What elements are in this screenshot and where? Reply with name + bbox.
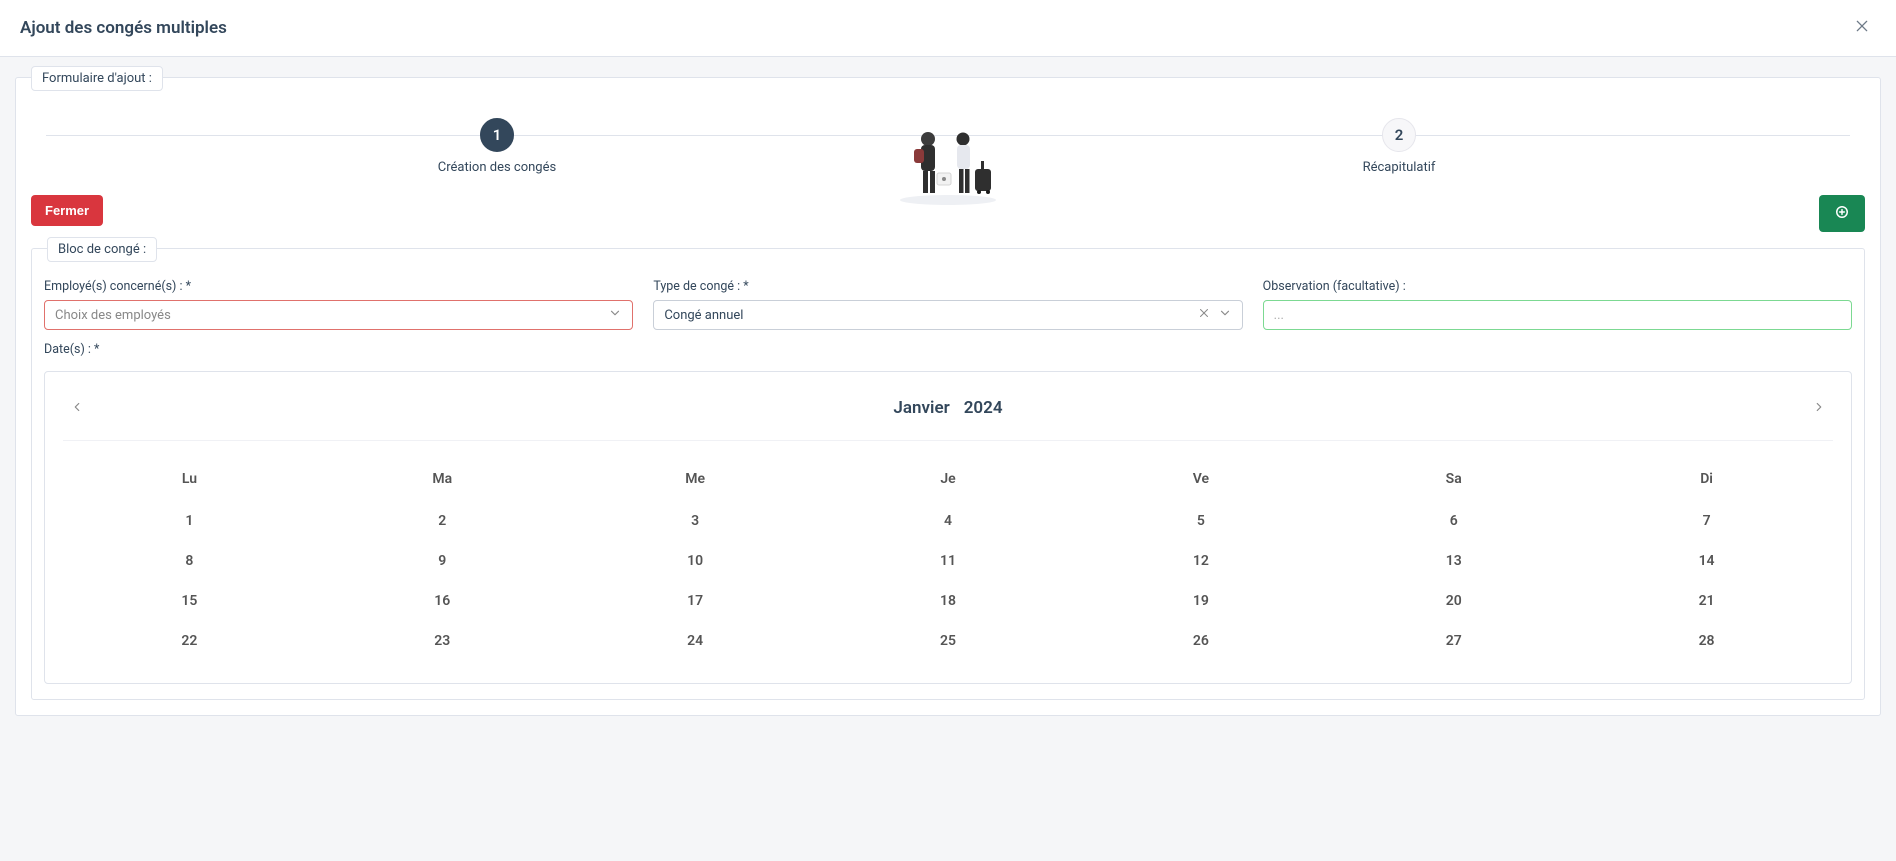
calendar-weekday: Sa (1327, 461, 1580, 501)
close-icon (1854, 18, 1870, 38)
calendar-day[interactable]: 6 (1327, 501, 1580, 541)
clear-icon[interactable] (1198, 307, 1210, 323)
calendar-day[interactable]: 3 (569, 501, 822, 541)
close-button-label: Fermer (45, 203, 89, 218)
calendar-weekday: Di (1580, 461, 1833, 501)
calendar-day[interactable]: 8 (63, 541, 316, 581)
calendar-day[interactable]: 14 (1580, 541, 1833, 581)
calendar-day[interactable]: 21 (1580, 581, 1833, 621)
calendar-day[interactable]: 23 (316, 621, 569, 661)
calendar-day[interactable]: 2 (316, 501, 569, 541)
calendar-day[interactable]: 18 (822, 581, 1075, 621)
calendar-next-button[interactable] (1805, 394, 1833, 422)
form-legend: Formulaire d'ajout : (31, 66, 163, 91)
observation-input[interactable] (1263, 300, 1852, 330)
calendar-weekday: Ma (316, 461, 569, 501)
calendar-day[interactable]: 1 (63, 501, 316, 541)
calendar-day[interactable]: 22 (63, 621, 316, 661)
page-body: Formulaire d'ajout : 1 Création des cong… (0, 57, 1896, 756)
calendar-title: Janvier 2024 (91, 398, 1805, 418)
calendar-day[interactable]: 9 (316, 541, 569, 581)
employees-select[interactable]: Choix des employés (44, 300, 633, 330)
leave-block-fieldset: Bloc de congé : Employé(s) concerné(s) :… (31, 248, 1865, 700)
modal-header: Ajout des congés multiples (0, 0, 1896, 57)
calendar-month[interactable]: Janvier (893, 398, 949, 418)
chevron-left-icon (70, 400, 84, 417)
form-fieldset: Formulaire d'ajout : 1 Création des cong… (15, 77, 1881, 716)
close-icon-button[interactable] (1848, 14, 1876, 42)
leave-type-value: Congé annuel (664, 308, 743, 323)
calendar-weekday: Ve (1074, 461, 1327, 501)
calendar-day[interactable]: 10 (569, 541, 822, 581)
step-1-number: 1 (480, 118, 514, 152)
step-1[interactable]: 1 Création des congés (46, 118, 948, 175)
calendar-year[interactable]: 2024 (964, 398, 1003, 418)
leave-type-label: Type de congé : * (653, 279, 1242, 294)
step-1-label: Création des congés (46, 160, 948, 175)
calendar: Janvier 2024 LuMaMeJeVeSaDi1234567891011… (44, 371, 1852, 684)
calendar-weekday: Me (569, 461, 822, 501)
stepper: 1 Création des congés 2 Récapitulatif (46, 118, 1850, 175)
calendar-day[interactable]: 11 (822, 541, 1075, 581)
calendar-day[interactable]: 27 (1327, 621, 1580, 661)
modal-title: Ajout des congés multiples (20, 18, 227, 38)
calendar-day[interactable]: 20 (1327, 581, 1580, 621)
employees-label: Employé(s) concerné(s) : * (44, 279, 633, 294)
chevron-down-icon (1218, 306, 1232, 324)
dates-label: Date(s) : * (44, 342, 633, 357)
action-row: Fermer (31, 195, 1865, 232)
calendar-day[interactable]: 26 (1074, 621, 1327, 661)
close-button[interactable]: Fermer (31, 195, 103, 226)
employees-placeholder: Choix des employés (55, 308, 171, 323)
calendar-day[interactable]: 5 (1074, 501, 1327, 541)
calendar-grid: LuMaMeJeVeSaDi12345678910111213141516171… (63, 461, 1833, 661)
calendar-weekday: Je (822, 461, 1075, 501)
calendar-header: Janvier 2024 (63, 384, 1833, 441)
calendar-day[interactable]: 12 (1074, 541, 1327, 581)
calendar-day[interactable]: 25 (822, 621, 1075, 661)
calendar-day[interactable]: 15 (63, 581, 316, 621)
calendar-day[interactable]: 13 (1327, 541, 1580, 581)
plus-circle-icon (1835, 205, 1849, 222)
step-2-number: 2 (1382, 118, 1416, 152)
chevron-right-icon (1812, 400, 1826, 417)
calendar-day[interactable]: 4 (822, 501, 1075, 541)
leave-block-legend: Bloc de congé : (47, 237, 157, 262)
calendar-weekday: Lu (63, 461, 316, 501)
calendar-day[interactable]: 24 (569, 621, 822, 661)
leave-type-select[interactable]: Congé annuel (653, 300, 1242, 330)
step-2[interactable]: 2 Récapitulatif (948, 118, 1850, 175)
calendar-day[interactable]: 7 (1580, 501, 1833, 541)
calendar-day[interactable]: 28 (1580, 621, 1833, 661)
step-2-label: Récapitulatif (948, 160, 1850, 175)
calendar-day[interactable]: 17 (569, 581, 822, 621)
calendar-day[interactable]: 16 (316, 581, 569, 621)
chevron-down-icon (608, 306, 622, 324)
calendar-day[interactable]: 19 (1074, 581, 1327, 621)
add-block-button[interactable] (1819, 195, 1865, 232)
observation-label: Observation (facultative) : (1263, 279, 1852, 294)
calendar-prev-button[interactable] (63, 394, 91, 422)
